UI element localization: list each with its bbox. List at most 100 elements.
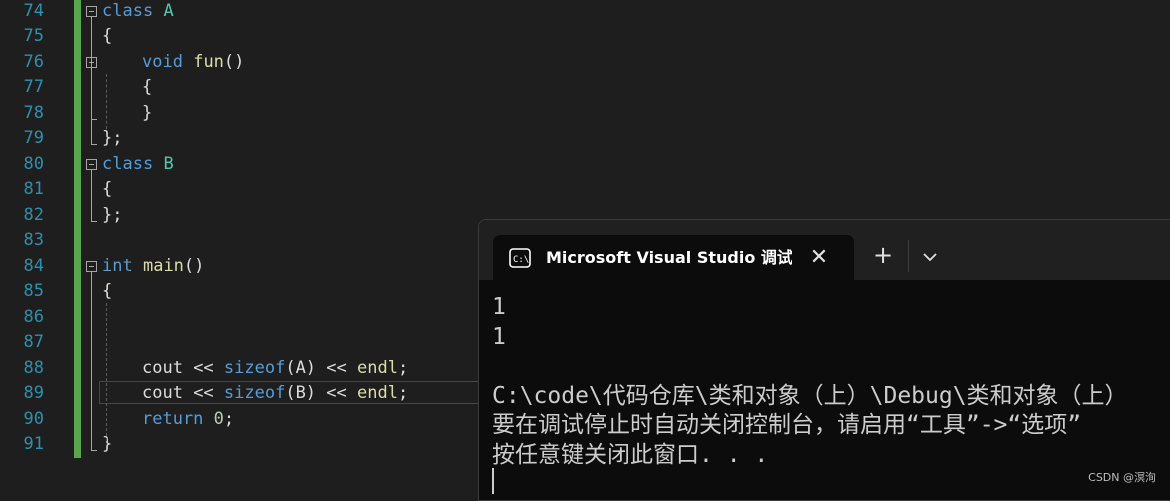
terminal-cursor xyxy=(492,468,494,494)
code-token: { xyxy=(142,77,153,97)
code-text[interactable]: cout << sizeof(A) << endl; xyxy=(142,356,408,382)
watermark: CSDN @溟洵 xyxy=(1088,471,1156,484)
code-token: sizeof xyxy=(223,383,286,403)
code-text[interactable]: int main() xyxy=(102,254,204,280)
code-line[interactable]: 79}; xyxy=(0,126,1170,152)
terminal-output-line: 1 xyxy=(492,294,506,320)
outline-line xyxy=(91,271,92,450)
code-token: sizeof xyxy=(223,357,286,378)
code-token: cout xyxy=(142,357,183,378)
code-text[interactable]: }; xyxy=(102,203,122,229)
line-number: 83 xyxy=(23,230,44,250)
terminal-output-line: C:\code\代码仓库\类和对象（上）\Debug\类和对象（上） xyxy=(492,382,1128,409)
code-token: ; xyxy=(223,408,235,429)
terminal-output[interactable]: 1 1 C:\code\代码仓库\类和对象（上）\Debug\类和对象（上） 要在调试… xyxy=(492,293,1170,470)
line-number: 77 xyxy=(23,77,44,97)
line-number: 86 xyxy=(23,306,44,327)
line-number: 85 xyxy=(23,281,44,301)
code-text[interactable]: } xyxy=(102,432,112,458)
code-line[interactable]: 78} xyxy=(0,101,1170,127)
code-token: }; xyxy=(102,204,123,225)
line-number: 88 xyxy=(23,357,44,378)
collapse-toggle-icon[interactable] xyxy=(86,5,97,17)
code-token: << xyxy=(316,383,357,403)
code-token: A xyxy=(163,0,174,21)
code-token: cout xyxy=(142,383,183,403)
code-text[interactable]: { xyxy=(102,24,112,50)
outline-end xyxy=(91,118,97,120)
code-token: { xyxy=(102,26,113,46)
chevron-down-icon[interactable] xyxy=(919,246,941,268)
new-tab-button[interactable]: + xyxy=(869,242,897,270)
collapse-toggle-icon[interactable] xyxy=(86,260,97,272)
line-number: 76 xyxy=(23,51,44,72)
line-number: 74 xyxy=(23,0,44,21)
code-text[interactable]: { xyxy=(102,177,112,203)
code-token: << xyxy=(316,357,357,378)
code-line[interactable]: 77 { xyxy=(0,75,1170,101)
indent-guide xyxy=(106,73,107,129)
indent-guide xyxy=(106,303,107,441)
terminal-output-line: 1 xyxy=(492,323,506,350)
debug-console-window[interactable]: C:\ Microsoft Visual Studio 调试控制台 ✕ + 11… xyxy=(478,219,1170,501)
terminal-output-line: 要在调试停止时自动关闭控制台，请启用“工具”->“选项” xyxy=(492,412,1082,438)
code-text[interactable]: { xyxy=(142,75,152,101)
line-number: 81 xyxy=(23,179,44,199)
code-text[interactable]: class B xyxy=(102,152,174,178)
code-token: main xyxy=(142,255,184,276)
code-token: }; xyxy=(102,128,123,148)
line-number: 80 xyxy=(23,153,44,174)
collapse-toggle-icon[interactable] xyxy=(86,158,97,170)
line-number: 87 xyxy=(23,332,44,352)
code-line[interactable]: 75 { xyxy=(0,24,1170,50)
code-token: fun xyxy=(193,51,224,72)
code-text[interactable]: } xyxy=(142,101,152,127)
line-number: 75 xyxy=(23,26,44,46)
tab-separator xyxy=(908,240,909,272)
line-number: 90 xyxy=(23,408,44,429)
code-text[interactable]: }; xyxy=(102,126,122,152)
line-number: 91 xyxy=(23,434,44,454)
code-token: (B) xyxy=(285,383,317,403)
svg-text:C:\: C:\ xyxy=(513,255,529,265)
code-token: B xyxy=(163,153,174,174)
code-token: } xyxy=(142,102,153,123)
line-number: 89 xyxy=(23,383,44,403)
terminal-titlebar[interactable]: C:\ Microsoft Visual Studio 调试控制台 ✕ + xyxy=(479,220,1170,281)
line-number: 84 xyxy=(23,255,44,276)
collapse-toggle-icon[interactable] xyxy=(86,56,97,68)
code-token: << xyxy=(182,357,224,378)
code-text[interactable]: class A xyxy=(102,0,174,24)
code-text[interactable]: void fun() xyxy=(142,50,244,76)
outline-end xyxy=(91,450,97,451)
terminal-tab[interactable]: C:\ Microsoft Visual Studio 调试控制台 ✕ xyxy=(493,235,854,281)
code-token: { xyxy=(102,179,113,199)
code-token: int xyxy=(102,255,133,276)
line-number: 79 xyxy=(23,128,44,148)
terminal-output-line: 按任意键关闭此窗口. . . xyxy=(492,441,769,468)
close-icon[interactable]: ✕ xyxy=(804,235,834,281)
line-number: 82 xyxy=(23,204,44,225)
code-line[interactable]: 74 class A xyxy=(0,0,1170,24)
code-line[interactable]: 81 { xyxy=(0,177,1170,203)
code-line[interactable]: 76 void fun() xyxy=(0,50,1170,76)
code-text[interactable]: return 0; xyxy=(142,407,234,433)
code-token: () xyxy=(223,51,245,72)
code-line[interactable]: 80 class B xyxy=(0,152,1170,178)
outline-end xyxy=(91,144,97,145)
code-token: ; xyxy=(397,357,409,378)
line-number: 78 xyxy=(23,102,44,123)
outline-line xyxy=(91,67,92,119)
code-text[interactable]: { xyxy=(102,279,112,305)
code-token: void xyxy=(142,51,183,72)
code-text[interactable]: cout << sizeof(B) << endl; xyxy=(142,381,408,407)
outline-line xyxy=(91,169,92,221)
code-token: { xyxy=(102,281,113,301)
code-token: class xyxy=(102,0,154,21)
